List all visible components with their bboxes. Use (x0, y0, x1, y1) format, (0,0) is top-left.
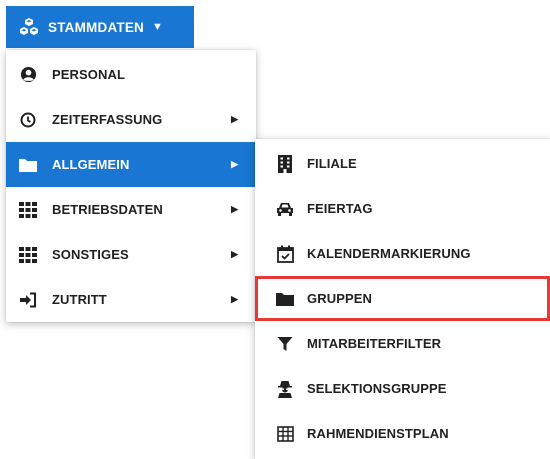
menu-item-label: ALLGEMEIN (52, 157, 130, 172)
menu-item-label: SELEKTIONSGRUPPE (307, 381, 447, 396)
caret-down-icon: ▼ (152, 21, 163, 33)
folder-icon (18, 155, 38, 175)
menu-item-rahmendienstplan[interactable]: RAHMENDIENSTPLAN (255, 411, 550, 456)
submenu-arrow-icon: ▶ (231, 204, 238, 214)
submenu-arrow-icon: ▶ (231, 294, 238, 304)
folder-icon (275, 289, 295, 309)
sign-in-icon (18, 290, 38, 310)
menu-item-feiertag[interactable]: FEIERTAG (255, 186, 550, 231)
menu-item-filiale[interactable]: FILIALE (255, 141, 550, 186)
menu-item-label: PERSONAL (52, 67, 126, 82)
stammdaten-label: STAMMDATEN (48, 19, 144, 35)
menu-item-label: KALENDERMARKIERUNG (307, 246, 471, 261)
submenu-arrow-icon: ▶ (231, 114, 238, 124)
menu-item-label: MITARBEITERFILTER (307, 336, 442, 351)
menu-item-label: GRUPPEN (307, 291, 372, 306)
menu-item-label: ZUTRITT (52, 292, 107, 307)
menu-item-betriebsdaten[interactable]: BETRIEBSDATEN ▶ (6, 187, 256, 232)
submenu-arrow-icon: ▶ (231, 159, 238, 169)
menu-item-label: FILIALE (307, 156, 357, 171)
allgemein-submenu: FILIALE FEIERTAG KALENDERMARKIERUNG GRUP… (255, 139, 550, 459)
car-icon (275, 199, 295, 219)
user-secret-icon (275, 379, 295, 399)
menu-item-allgemein[interactable]: ALLGEMEIN ▶ (6, 142, 256, 187)
grid-icon (18, 245, 38, 265)
menu-item-label: RAHMENDIENSTPLAN (307, 426, 449, 441)
stammdaten-menu-button[interactable]: STAMMDATEN ▼ (6, 6, 194, 48)
menu-item-selektionsgruppe[interactable]: SELEKTIONSGRUPPE (255, 366, 550, 411)
menu-item-sonstiges[interactable]: SONSTIGES ▶ (6, 232, 256, 277)
stammdaten-menu: PERSONAL ZEITERFASSUNG ▶ ALLGEMEIN ▶ BET… (6, 50, 256, 322)
calendar-check-icon (275, 244, 295, 264)
building-icon (275, 154, 295, 174)
menu-item-personal[interactable]: PERSONAL (6, 52, 256, 97)
filter-icon (275, 334, 295, 354)
user-circle-icon (18, 65, 38, 85)
menu-item-kalendermarkierung[interactable]: KALENDERMARKIERUNG (255, 231, 550, 276)
menu-item-mitarbeiterfilter[interactable]: MITARBEITERFILTER (255, 321, 550, 366)
menu-item-label: ZEITERFASSUNG (52, 112, 163, 127)
table-icon (275, 424, 295, 444)
clock-icon (18, 110, 38, 130)
menu-item-zeiterfassung[interactable]: ZEITERFASSUNG ▶ (6, 97, 256, 142)
menu-item-label: FEIERTAG (307, 201, 373, 216)
menu-item-zutritt[interactable]: ZUTRITT ▶ (6, 277, 256, 322)
menu-item-label: BETRIEBSDATEN (52, 202, 163, 217)
menu-item-label: SONSTIGES (52, 247, 129, 262)
cubes-icon (18, 17, 40, 37)
grid-icon (18, 200, 38, 220)
menu-item-gruppen[interactable]: GRUPPEN (255, 276, 550, 321)
submenu-arrow-icon: ▶ (231, 249, 238, 259)
